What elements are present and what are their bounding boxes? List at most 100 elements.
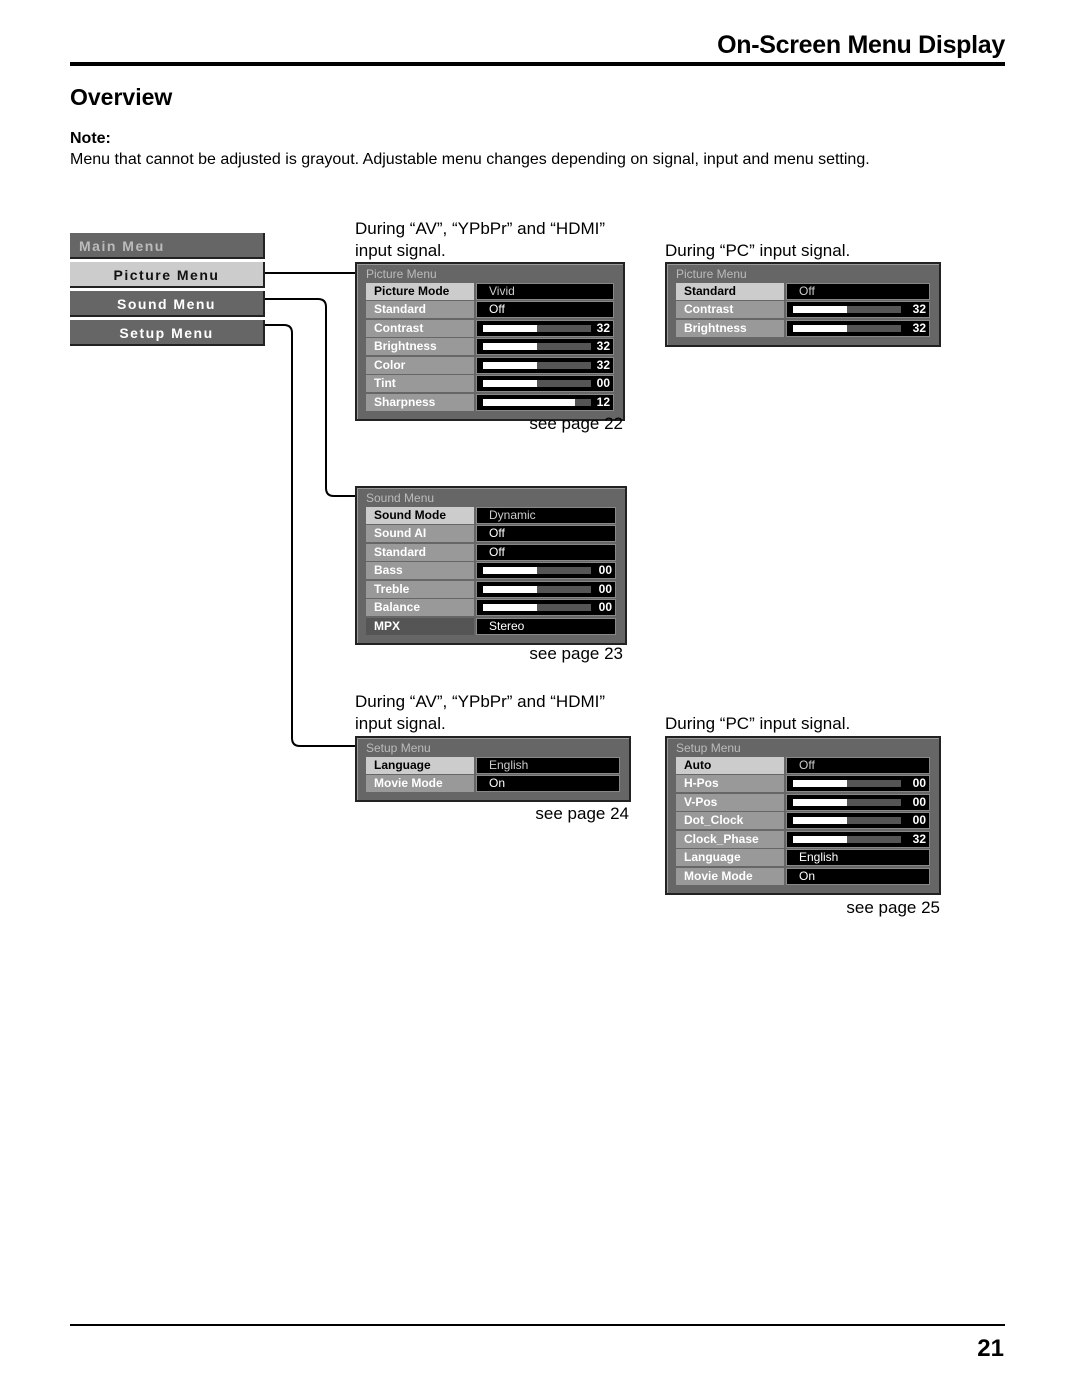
osd-row-movie-mode[interactable]: Movie Mode On [676,867,930,885]
osd-slider[interactable]: 32 [786,319,930,337]
osd-row-tint[interactable]: Tint 00 [366,375,614,392]
osd-row-movie-mode[interactable]: Movie Mode On [366,775,620,792]
osd-row-value: Off [786,282,930,300]
osd-row-dot-clock[interactable]: Dot_Clock 00 [676,812,930,829]
osd-row-language[interactable]: Language English [366,756,620,774]
osd-row-standard[interactable]: Standard Off [366,543,616,561]
osd-row-label: Auto [676,756,784,774]
osd-row-label: Color [366,356,474,374]
slider-track [483,361,591,369]
slider-fill [483,380,537,387]
slider-fill [483,324,537,332]
connector-sound [250,298,355,497]
slider-value: 32 [912,320,926,335]
osd-slider[interactable]: 00 [476,599,616,616]
slider-track [793,798,901,806]
slider-value: 00 [912,776,926,790]
caption-line: input signal. [355,714,446,733]
osd-row-contrast[interactable]: Contrast 32 [676,301,930,318]
osd-row-label: Contrast [676,301,784,318]
osd-slider[interactable]: 32 [476,319,614,337]
osd-row-standard[interactable]: Standard Off [676,282,930,300]
main-menu-item-picture[interactable]: Picture Menu [70,262,265,288]
slider-fill [483,604,537,611]
see-page-22: see page 22 [529,414,623,433]
osd-row-label: Picture Mode [366,282,474,300]
osd-row-mpx[interactable]: MPX Stereo [366,617,616,635]
osd-slider[interactable]: 00 [786,775,930,792]
osd-row-brightness[interactable]: Brightness 32 [366,338,614,355]
main-menu-item-setup[interactable]: Setup Menu [70,320,265,346]
osd-row-treble[interactable]: Treble 00 [366,580,616,598]
osd-row-bass[interactable]: Bass 00 [366,562,616,579]
osd-row-language[interactable]: Language English [676,849,930,866]
osd-row-label: Balance [366,599,474,616]
osd-slider[interactable]: 00 [786,793,930,811]
caption-line: input signal. [355,241,446,260]
slider-track [793,817,901,824]
osd-row-value: Off [476,525,616,542]
osd-row-value: Off [476,543,616,561]
osd-row-label: Dot_Clock [676,812,784,829]
osd-row-balance[interactable]: Balance 00 [366,599,616,616]
osd-row-value: Off [476,301,614,318]
osd-slider[interactable]: 00 [476,580,616,598]
osd-slider[interactable]: 00 [786,812,930,829]
slider-value: 32 [596,339,610,353]
osd-row-color[interactable]: Color 32 [366,356,614,374]
osd-row-auto[interactable]: Auto Off [676,756,930,774]
slider-track [483,380,591,387]
slider-track [483,604,591,611]
osd-panel-title: Picture Menu [366,267,437,281]
caption-pc-setup: During “PC” input signal. [665,714,851,733]
setup-menu-av-panel: Setup Menu Language English Movie Mode On [355,736,631,802]
osd-row-label: Brightness [676,319,784,337]
osd-row-value: Stereo [476,617,616,635]
osd-row-picture-mode[interactable]: Picture Mode Vivid [366,282,614,300]
slider-value: 00 [598,563,612,577]
osd-row-sound-ai[interactable]: Sound AI Off [366,525,616,542]
osd-row-h-pos[interactable]: H-Pos 00 [676,775,930,792]
slider-value: 00 [912,794,926,809]
osd-row-label: Brightness [366,338,474,355]
slider-value: 00 [912,813,926,827]
slider-fill [793,780,847,787]
osd-slider[interactable]: 32 [786,830,930,848]
slider-value: 12 [596,394,610,409]
osd-slider[interactable]: 32 [476,356,614,374]
osd-row-value: Dynamic [476,506,616,524]
osd-row-label: Bass [366,562,474,579]
slider-track [793,835,901,843]
osd-row-sound-mode[interactable]: Sound Mode Dynamic [366,506,616,524]
osd-row-brightness[interactable]: Brightness 32 [676,319,930,337]
osd-slider[interactable]: 00 [476,375,614,392]
main-menu-item-sound[interactable]: Sound Menu [70,291,265,317]
osd-slider[interactable]: 32 [476,338,614,355]
osd-slider[interactable]: 00 [476,562,616,579]
osd-row-sharpness[interactable]: Sharpness 12 [366,393,614,411]
main-menu: Main Menu Picture Menu Sound Menu Setup … [70,233,265,346]
osd-row-clock-phase[interactable]: Clock_Phase 32 [676,830,930,848]
osd-slider[interactable]: 32 [786,301,930,318]
osd-row-contrast[interactable]: Contrast 32 [366,319,614,337]
osd-row-value: English [786,849,930,866]
slider-fill [793,324,847,332]
osd-panel-title: Picture Menu [676,267,747,281]
caption-av-picture: During “AV”, “YPbPr” and “HDMI” input si… [355,218,605,262]
slider-fill [483,585,537,593]
slider-fill [483,361,537,369]
osd-row-label: Contrast [366,319,474,337]
slider-fill [483,567,537,574]
osd-row-value: On [476,775,620,792]
osd-panel-title: Setup Menu [676,741,741,755]
osd-row-v-pos[interactable]: V-Pos 00 [676,793,930,811]
osd-slider[interactable]: 12 [476,393,614,411]
osd-row-label: Sound Mode [366,506,474,524]
osd-row-label: Language [366,756,474,774]
slider-value: 32 [596,357,610,372]
osd-row-standard[interactable]: Standard Off [366,301,614,318]
osd-row-label: Sound AI [366,525,474,542]
picture-menu-pc-panel: Picture Menu Standard Off Contrast 32 Brightn… [665,262,941,347]
caption-line: During “AV”, “YPbPr” and “HDMI” [355,219,606,238]
osd-row-label: Standard [366,301,474,318]
